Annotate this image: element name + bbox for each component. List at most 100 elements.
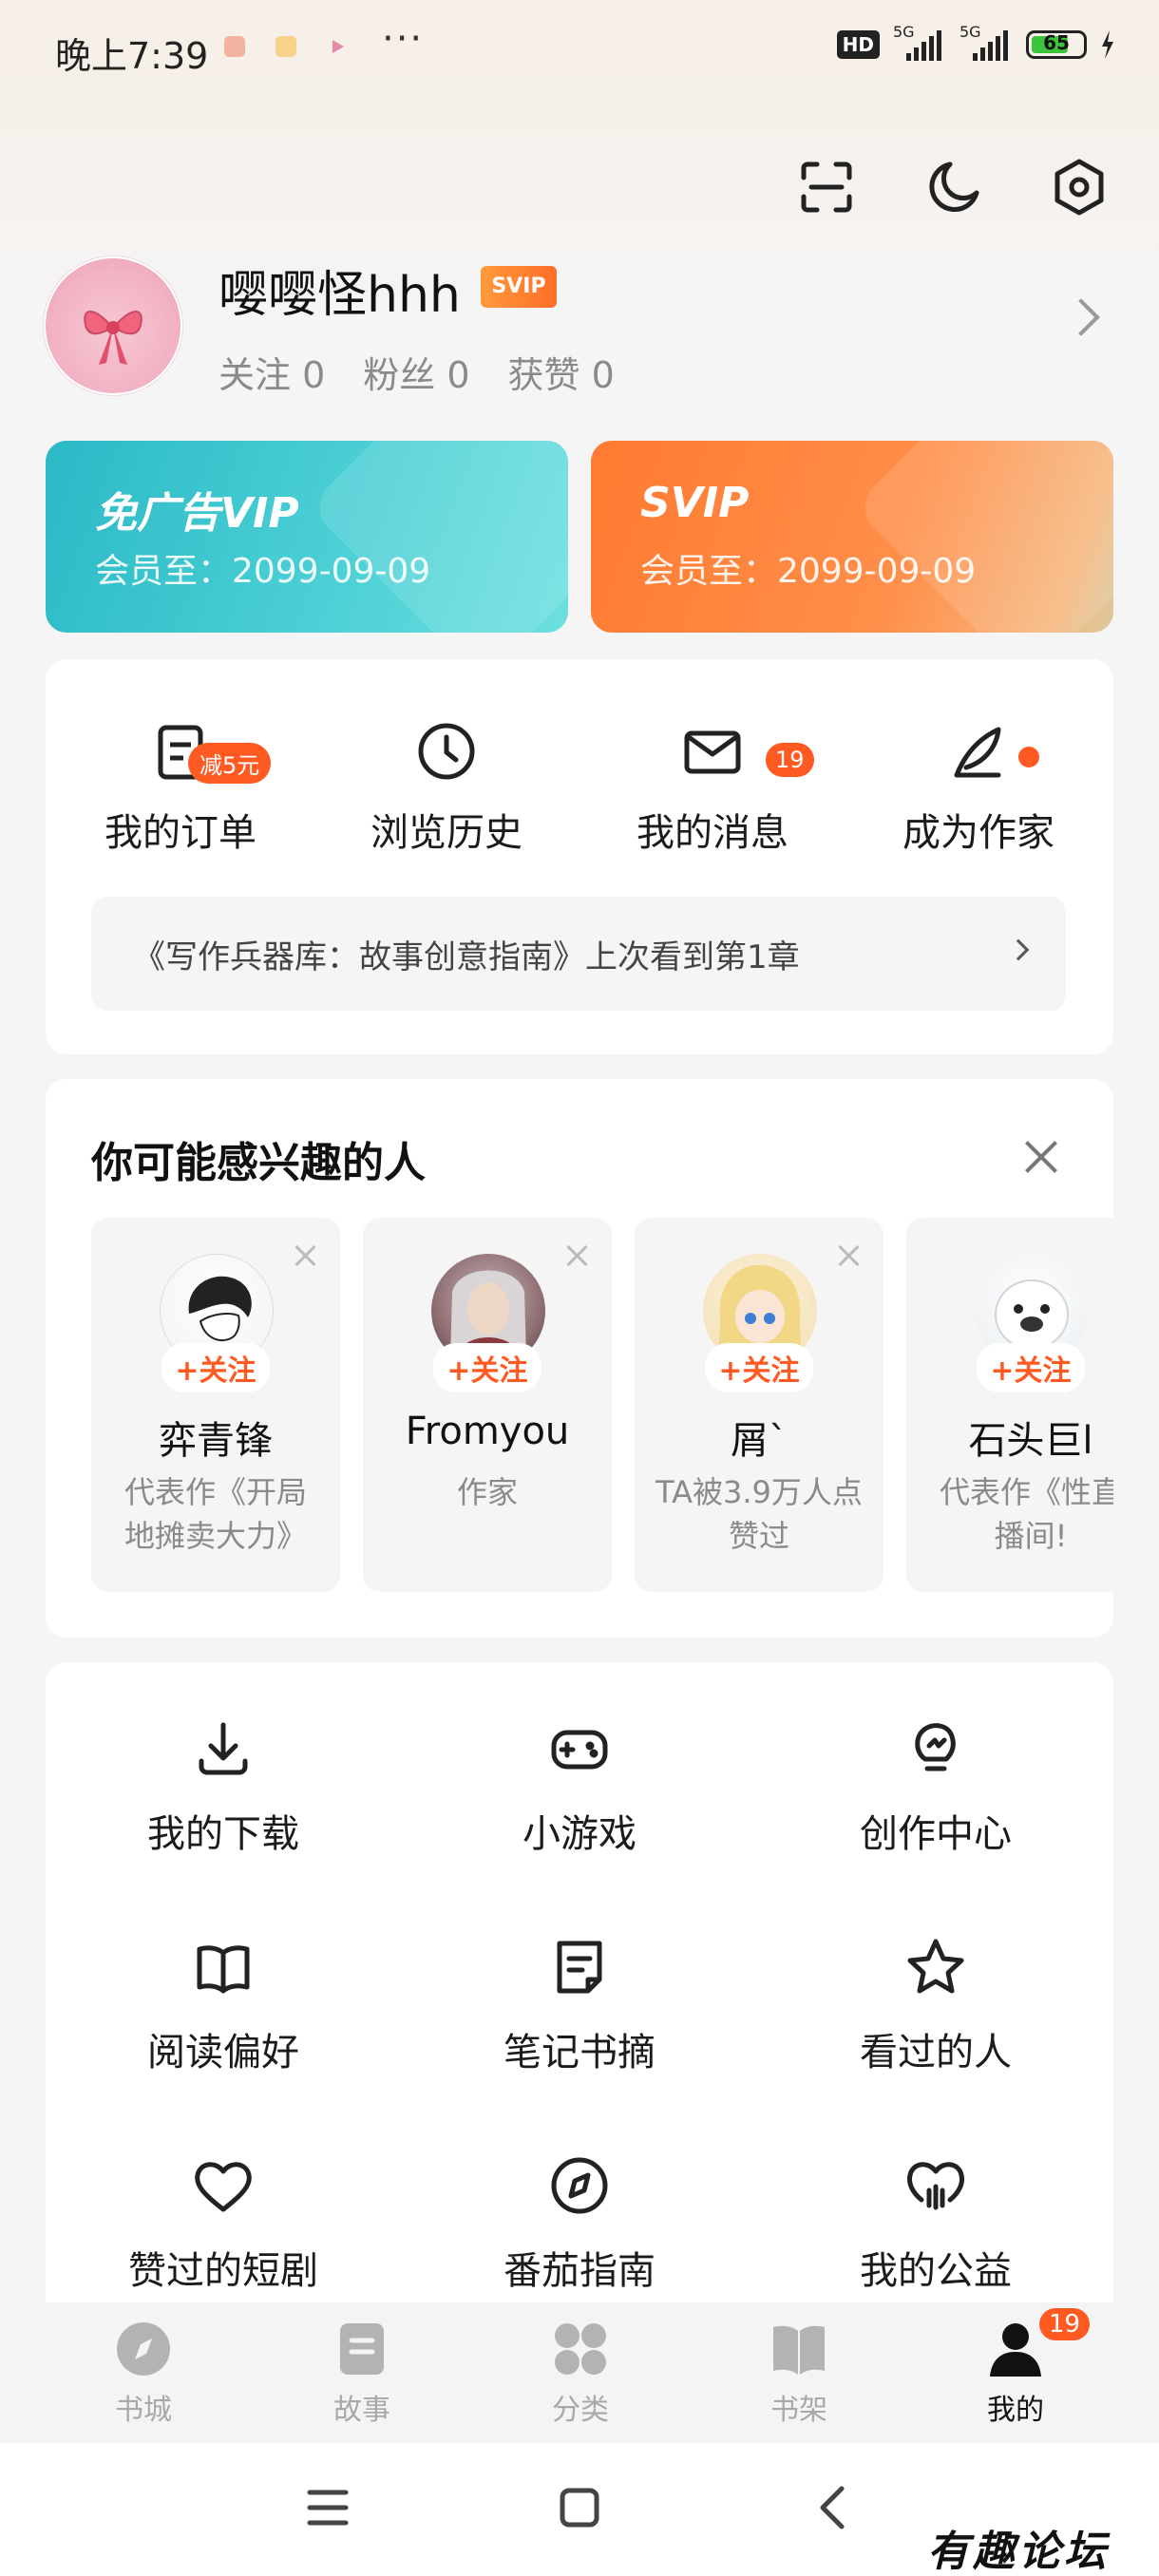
qa-label: 浏览历史 xyxy=(370,811,522,855)
me-tab-badge: 19 xyxy=(1039,2308,1091,2340)
grid-label: 小游戏 xyxy=(522,1812,636,1856)
chevron-right-icon xyxy=(1007,938,1030,961)
charging-icon xyxy=(1102,30,1113,59)
person-desc: 作家 xyxy=(456,1474,518,1510)
home-icon[interactable] xyxy=(559,2487,600,2529)
scan-icon[interactable] xyxy=(796,157,857,218)
grid-label: 笔记书摘 xyxy=(504,2031,656,2074)
person-desc: TA被3.9万人点赞过 xyxy=(656,1474,863,1554)
creation-center-button[interactable]: 创作中心 xyxy=(758,1715,1113,1858)
tab-label: 我的 xyxy=(987,2394,1044,2427)
qa-label: 成为作家 xyxy=(902,811,1054,855)
dismiss-icon[interactable] xyxy=(564,1242,591,1269)
browse-history-button[interactable]: 浏览历史 xyxy=(332,718,560,857)
dismiss-icon[interactable] xyxy=(836,1242,863,1269)
close-recommend-icon[interactable] xyxy=(1020,1136,1062,1178)
follow-button[interactable]: +关注 xyxy=(705,1343,813,1392)
person-name: Fromyou xyxy=(405,1410,570,1453)
play-notification-icon xyxy=(327,36,348,57)
my-messages-button[interactable]: 19 我的消息 xyxy=(598,718,826,857)
me-tab-icon: 19 xyxy=(986,2308,1091,2378)
book-icon xyxy=(190,1934,256,2000)
vip-card-title: SVIP xyxy=(640,479,750,527)
tab-label: 故事 xyxy=(333,2394,390,2427)
heart-icon xyxy=(190,2152,256,2219)
tab-bookstore[interactable]: 书城 xyxy=(34,2320,253,2428)
grid-label: 我的公益 xyxy=(860,2249,1012,2293)
my-downloads-button[interactable]: 我的下载 xyxy=(46,1715,401,1858)
following-count[interactable]: 关注 0 xyxy=(218,346,325,398)
settings-icon[interactable] xyxy=(1049,157,1110,218)
person-desc: 代表作《开局地摊卖大力》 xyxy=(124,1474,307,1554)
username[interactable]: 嘤嘤怪hhh xyxy=(218,255,461,326)
tab-label: 书城 xyxy=(115,2394,172,2427)
tab-me[interactable]: 19 我的 xyxy=(906,2308,1125,2428)
menu-icon[interactable] xyxy=(306,2487,350,2529)
quill-icon xyxy=(945,718,1012,785)
grid-label: 我的下载 xyxy=(147,1812,299,1856)
signal-2-icon: 5G xyxy=(960,23,1013,61)
profile-stats: 关注 0 粉丝 0 获赞 0 xyxy=(218,346,615,398)
become-writer-button[interactable]: 成为作家 xyxy=(864,718,1092,857)
recommend-card: 你可能感兴趣的人 +关注 弈青锋 代表作《开局地摊卖大力》 +关注 Fromyo… xyxy=(46,1079,1113,1638)
person-name: 屑` xyxy=(731,1419,788,1463)
more-notifications-dots: ··· xyxy=(382,17,425,61)
tab-label: 分类 xyxy=(552,2394,609,2427)
story-tab-icon xyxy=(332,2320,391,2378)
tiktok-notification-icon xyxy=(276,36,296,57)
person-card[interactable]: +关注 屑` TA被3.9万人点赞过 xyxy=(635,1218,884,1592)
liked-short-dramas-button[interactable]: 赞过的短剧 xyxy=(46,2152,401,2295)
likes-count: 获赞 0 xyxy=(507,354,615,396)
person-card[interactable]: +关注 Fromyou 作家 xyxy=(363,1218,612,1592)
tomato-guide-button[interactable]: 番茄指南 xyxy=(402,2152,757,2295)
person-name: 石头巨l xyxy=(968,1419,1093,1463)
follow-button[interactable]: +关注 xyxy=(162,1343,270,1392)
reading-history-bar[interactable]: 《写作兵器库：故事创意指南》上次看到第1章 xyxy=(91,897,1066,1011)
qa-label: 我的订单 xyxy=(104,811,256,855)
follow-button[interactable]: +关注 xyxy=(433,1343,542,1392)
tab-label: 书架 xyxy=(770,2394,827,2427)
category-tab-icon xyxy=(551,2320,610,2378)
viewed-people-button[interactable]: 看过的人 xyxy=(758,1934,1113,2076)
person-name: 弈青锋 xyxy=(159,1419,273,1463)
night-mode-icon[interactable] xyxy=(923,157,984,218)
person-card[interactable]: +关注 弈青锋 代表作《开局地摊卖大力》 xyxy=(91,1218,340,1592)
tab-bookshelf[interactable]: 书架 xyxy=(690,2320,908,2428)
reading-preference-button[interactable]: 阅读偏好 xyxy=(46,1934,401,2076)
bookshelf-tab-icon xyxy=(770,2320,828,2378)
feature-grid-card: 我的下载 小游戏 创作中心 阅读偏好 笔记书摘 看过的人 赞过的短剧 番茄指南 … xyxy=(46,1662,1113,2327)
vip-card-title: 免广告VIP xyxy=(95,489,299,538)
watermark-text: 有趣论坛 xyxy=(927,2528,1110,2576)
grid-label: 创作中心 xyxy=(860,1812,1012,1856)
notes-excerpts-button[interactable]: 笔记书摘 xyxy=(402,1934,757,2076)
vip-card-expiry: 会员至：2099-09-09 xyxy=(95,552,431,591)
avatar[interactable] xyxy=(44,256,182,395)
bottom-tab-bar: 书城 故事 分类 书架 19 我的 xyxy=(0,2302,1159,2443)
my-charity-button[interactable]: 我的公益 xyxy=(758,2152,1113,2295)
discount-badge: 减5元 xyxy=(188,743,272,784)
ad-free-vip-card[interactable]: 免广告VIP 会员至：2099-09-09 xyxy=(46,441,568,633)
hd-voice-icon: HD xyxy=(836,30,880,59)
new-dot xyxy=(1018,747,1039,767)
person-card[interactable]: +关注 石头巨l 代表作《性直播间! xyxy=(906,1218,1113,1592)
followers-count[interactable]: 粉丝 0 xyxy=(363,346,469,398)
mini-games-button[interactable]: 小游戏 xyxy=(402,1715,757,1858)
bulb-icon xyxy=(902,1715,969,1782)
tab-stories[interactable]: 故事 xyxy=(253,2320,471,2428)
signal-1-icon: 5G xyxy=(893,23,946,61)
vip-card-expiry: 会员至：2099-09-09 xyxy=(640,552,977,591)
clock-icon xyxy=(413,718,480,785)
tab-categories[interactable]: 分类 xyxy=(471,2320,690,2428)
compass-icon xyxy=(546,2152,613,2219)
recommend-title: 你可能感兴趣的人 xyxy=(91,1139,426,1187)
grid-label: 看过的人 xyxy=(860,2031,1012,2074)
svip-card[interactable]: SVIP 会员至：2099-09-09 xyxy=(591,441,1113,633)
dismiss-icon[interactable] xyxy=(293,1242,319,1269)
battery-icon: 65 xyxy=(1026,30,1087,59)
status-time: 晚上7:39 xyxy=(55,35,209,77)
quick-actions-card: 减5元 我的订单 浏览历史 19 我的消息 成为作家 《写作兵器库：故事创意指南… xyxy=(46,659,1113,1054)
compass-tab-icon xyxy=(114,2320,173,2378)
follow-button[interactable]: +关注 xyxy=(977,1343,1085,1392)
back-icon[interactable] xyxy=(815,2485,849,2530)
my-orders-button[interactable]: 减5元 我的订单 xyxy=(66,718,294,857)
